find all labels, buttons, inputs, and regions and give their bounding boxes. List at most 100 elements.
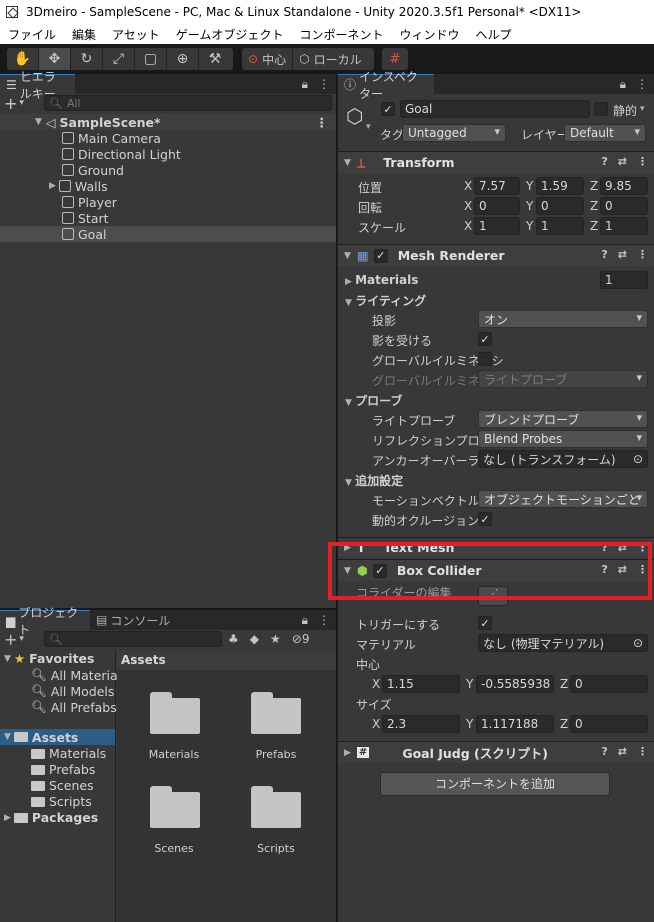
folder-icon[interactable] — [150, 786, 200, 828]
hidden-packages-icon[interactable]: ⊘9 — [292, 632, 310, 646]
help-icon[interactable]: ? — [601, 155, 607, 168]
custom-tool-icon[interactable]: ⚒ — [199, 48, 231, 70]
axis-x-label[interactable]: X — [372, 677, 380, 691]
favorite-item[interactable]: 🔍︎ All Prefabs — [31, 699, 117, 715]
asset-folder-item[interactable]: Scripts — [31, 794, 92, 809]
position-x-field[interactable]: 7.57 — [474, 177, 520, 195]
axis-x-label[interactable]: X — [372, 717, 380, 731]
menu-help[interactable]: ヘルプ — [467, 26, 519, 43]
position-z-field[interactable]: 9.85 — [600, 177, 648, 195]
chevron-down-icon[interactable]: ▾ — [640, 104, 645, 114]
favorite-item[interactable]: 🔍︎ All Models — [31, 683, 114, 699]
expand-arrow-icon[interactable]: ▶ — [344, 748, 351, 758]
size-z-field[interactable]: 0 — [570, 715, 648, 733]
filter-by-label-icon[interactable]: ◆ — [250, 632, 259, 646]
lighting-foldout[interactable]: ▼ ライティング — [345, 292, 426, 309]
favorite-item[interactable]: 🔍︎ All Material — [31, 667, 121, 683]
hierarchy-search-input[interactable]: 🔍︎ All — [44, 95, 332, 111]
favorite-star-icon[interactable]: ★ — [270, 632, 281, 646]
expand-arrow-icon[interactable]: ▼ — [35, 117, 42, 127]
transform-tool-icon[interactable]: ⊕ — [167, 48, 199, 70]
folder-icon[interactable] — [251, 786, 301, 828]
hierarchy-item[interactable]: Main Camera — [0, 130, 336, 146]
scale-z-field[interactable]: 1 — [600, 217, 648, 235]
panel-menu-icon[interactable]: ⋮ — [636, 74, 648, 94]
hierarchy-item[interactable]: Player — [0, 194, 336, 210]
active-checkbox[interactable]: ✓ — [381, 102, 395, 116]
create-button[interactable]: + ▾ — [4, 94, 24, 113]
space-toggle[interactable]: ⬡ ローカル — [293, 48, 368, 70]
expand-arrow-icon[interactable]: ▼ — [4, 654, 11, 664]
size-y-field[interactable]: 1.117188 — [476, 715, 554, 733]
center-z-field[interactable]: 0 — [570, 675, 648, 693]
axis-z-label[interactable]: Z — [590, 199, 598, 213]
axis-z-label[interactable]: Z — [560, 717, 568, 731]
menu-gameobject[interactable]: ゲームオブジェクト — [168, 26, 292, 43]
anchor-override-field[interactable]: なし (トランスフォーム) ⊙ — [478, 450, 648, 468]
breadcrumb[interactable]: Assets — [117, 650, 336, 670]
chevron-down-icon[interactable]: ▾ — [366, 122, 371, 132]
scene-menu-icon[interactable]: ⋮ — [316, 115, 329, 130]
project-create-button[interactable]: + ▾ — [4, 630, 24, 649]
size-x-field[interactable]: 2.3 — [382, 715, 460, 733]
expand-arrow-icon[interactable]: ▼ — [345, 298, 355, 308]
rotate-tool-icon[interactable]: ↻ — [71, 48, 103, 70]
axis-z-label[interactable]: Z — [590, 219, 598, 233]
axis-y-label[interactable]: Y — [466, 677, 473, 691]
position-y-field[interactable]: 1.59 — [536, 177, 584, 195]
additional-settings-foldout[interactable]: ▼ 追加設定 — [345, 472, 403, 489]
axis-y-label[interactable]: Y — [526, 199, 533, 213]
component-menu-icon[interactable]: ⋮ — [637, 248, 648, 261]
help-icon[interactable]: ? — [601, 248, 607, 261]
axis-z-label[interactable]: Z — [590, 179, 598, 193]
add-component-button[interactable]: コンポーネントを追加 — [380, 772, 610, 796]
probes-foldout[interactable]: ▼ プローブ — [345, 392, 402, 409]
menu-component[interactable]: コンポーネント — [291, 26, 391, 43]
dynamic-occlusion-checkbox[interactable]: ✓ — [478, 512, 492, 526]
expand-arrow-icon[interactable]: ▼ — [345, 398, 355, 408]
favorites-node[interactable]: ▼ ★ Favorites — [4, 651, 94, 666]
rotation-x-field[interactable]: 0 — [474, 197, 520, 215]
expand-arrow-icon[interactable]: ▼ — [344, 251, 351, 261]
expand-arrow-icon[interactable]: ▼ — [344, 158, 351, 168]
asset-folder-item[interactable]: Scenes — [31, 778, 94, 793]
expand-arrow-icon[interactable]: ▶ — [345, 277, 355, 287]
lock-icon[interactable]: 🔒︎ — [620, 74, 626, 94]
assets-node[interactable]: ▼ Assets — [0, 729, 115, 745]
component-enabled-checkbox[interactable]: ✓ — [373, 248, 388, 263]
axis-x-label[interactable]: X — [464, 199, 472, 213]
expand-arrow-icon[interactable]: ▶ — [49, 181, 56, 191]
tab-inspector[interactable]: ⓘ インスペクター — [338, 70, 434, 101]
tab-project[interactable]: ▆ プロジェクト — [0, 606, 90, 637]
menu-assets[interactable]: アセット — [104, 26, 168, 43]
materials-foldout[interactable]: ▶ Materials — [345, 273, 418, 287]
menu-window[interactable]: ウィンドウ — [391, 26, 467, 43]
tab-hierarchy[interactable]: ☰ ヒエラルキー — [0, 70, 75, 101]
packages-node[interactable]: ▶ Packages — [4, 810, 98, 825]
static-checkbox[interactable] — [594, 102, 608, 116]
asset-folder-item[interactable]: Materials — [31, 746, 106, 761]
object-picker-icon[interactable]: ⊙ — [633, 452, 643, 466]
preset-icon[interactable]: ⇄ — [618, 155, 627, 168]
hierarchy-item[interactable]: Directional Light — [0, 146, 336, 162]
rotation-z-field[interactable]: 0 — [600, 197, 648, 215]
axis-y-label[interactable]: Y — [526, 219, 533, 233]
axis-x-label[interactable]: X — [464, 179, 472, 193]
pivot-toggle[interactable]: ⊙ 中心 — [242, 48, 294, 70]
physics-material-field[interactable]: なし (物理マテリアル) ⊙ — [478, 634, 648, 652]
lock-icon[interactable]: 🔒︎ — [302, 610, 308, 630]
folder-icon[interactable] — [251, 692, 301, 734]
goal-script-header[interactable]: ▶ # Goal Judg (スクリプト) ? ⇄ ⋮ — [338, 741, 654, 763]
layer-dropdown[interactable]: Default — [564, 124, 646, 142]
object-picker-icon[interactable]: ⊙ — [633, 636, 643, 650]
scale-x-field[interactable]: 1 — [474, 217, 520, 235]
help-icon[interactable]: ? — [601, 745, 607, 758]
cast-shadows-dropdown[interactable]: オン — [478, 310, 648, 328]
mesh-renderer-header[interactable]: ▼ ▦ ✓ Mesh Renderer ? ⇄ ⋮ — [338, 244, 654, 266]
is-trigger-checkbox[interactable]: ✓ — [478, 616, 492, 630]
gameobject-cube-icon[interactable]: ⬡ — [346, 104, 363, 128]
expand-arrow-icon[interactable]: ▼ — [4, 732, 11, 742]
expand-arrow-icon[interactable]: ▼ — [345, 478, 355, 488]
transform-header[interactable]: ▼ ⟂ Transform ? ⇄ ⋮ — [338, 151, 654, 173]
object-name-field[interactable]: Goal — [400, 100, 590, 118]
